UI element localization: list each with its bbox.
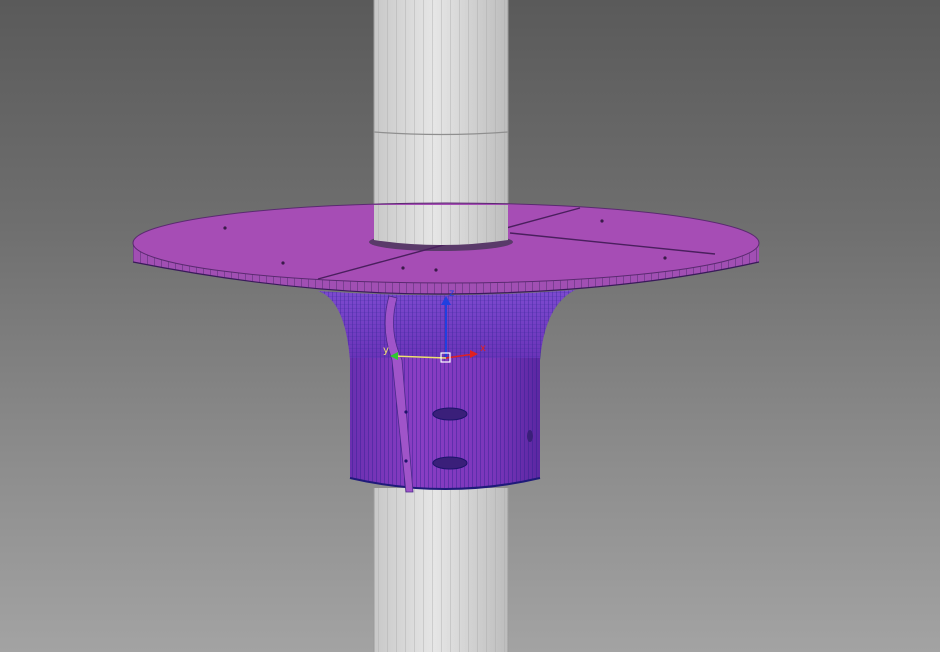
pillar-lower[interactable] — [373, 488, 509, 652]
pillar-through-disc — [374, 205, 508, 245]
gizmo-z-label: z — [449, 288, 454, 299]
scene-canvas[interactable]: y x z — [0, 0, 940, 652]
3d-viewport[interactable]: y x z — [0, 0, 940, 652]
gizmo-y-label: y — [383, 345, 389, 356]
gizmo-x-label: x — [480, 343, 486, 354]
